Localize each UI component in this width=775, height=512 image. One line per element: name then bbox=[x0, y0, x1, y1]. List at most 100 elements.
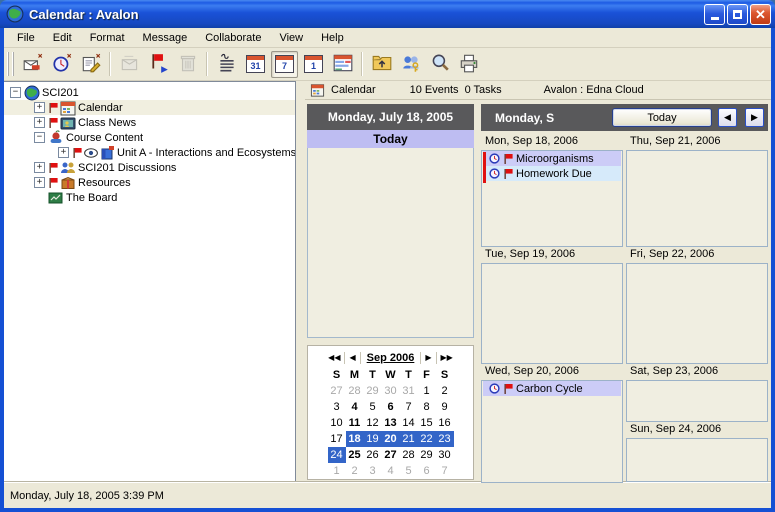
mini-calendar-day[interactable]: 22 bbox=[418, 431, 436, 447]
folder-up-button[interactable] bbox=[368, 51, 395, 78]
mini-calendar-day[interactable]: 4 bbox=[382, 463, 400, 479]
menu-help[interactable]: Help bbox=[312, 30, 353, 46]
tree-item-calendar[interactable]: +Calendar bbox=[4, 100, 295, 115]
mini-calendar-day[interactable]: 5 bbox=[364, 399, 382, 415]
mini-calendar-day[interactable]: 1 bbox=[418, 383, 436, 399]
mini-calendar-day[interactable]: 14 bbox=[400, 415, 418, 431]
mini-calendar-day[interactable]: 24 bbox=[328, 447, 346, 463]
prev-year-icon[interactable]: ◀◀ bbox=[324, 352, 345, 364]
maximize-button[interactable] bbox=[727, 4, 748, 25]
mini-calendar-day[interactable]: 10 bbox=[328, 415, 346, 431]
tree-item-sci201[interactable]: −SCI201 bbox=[4, 85, 295, 100]
close-button[interactable]: ✕ bbox=[750, 4, 771, 25]
menu-format[interactable]: Format bbox=[81, 30, 134, 46]
mini-calendar-day[interactable]: 2 bbox=[346, 463, 364, 479]
expand-icon[interactable]: + bbox=[34, 162, 45, 173]
event-microorganisms[interactable]: Microorganisms bbox=[483, 151, 621, 166]
mini-calendar-day[interactable]: 18 bbox=[346, 431, 364, 447]
minimize-button[interactable] bbox=[704, 4, 725, 25]
new-note-button[interactable] bbox=[77, 51, 104, 78]
mini-calendar-day[interactable]: 25 bbox=[346, 447, 364, 463]
mini-calendar-day[interactable]: 30 bbox=[436, 447, 454, 463]
mini-calendar-day[interactable]: 29 bbox=[418, 447, 436, 463]
day-cell[interactable] bbox=[481, 263, 623, 364]
event-homework-due[interactable]: Homework Due bbox=[483, 166, 621, 181]
mini-calendar-day[interactable]: 7 bbox=[400, 399, 418, 415]
day-cell[interactable] bbox=[626, 380, 768, 422]
mini-calendar-day[interactable]: 9 bbox=[436, 399, 454, 415]
menu-edit[interactable]: Edit bbox=[44, 30, 81, 46]
tree-item-the-board[interactable]: The Board bbox=[4, 190, 295, 205]
list-view-button[interactable] bbox=[213, 51, 240, 78]
day-cell[interactable]: MicroorganismsHomework Due bbox=[481, 150, 623, 247]
new-event-button[interactable] bbox=[19, 51, 46, 78]
tree-item-resources[interactable]: +Resources bbox=[4, 175, 295, 190]
week-view-button[interactable]: 7 bbox=[271, 51, 298, 78]
print-button[interactable] bbox=[455, 51, 482, 78]
prev-month-icon[interactable]: ◀ bbox=[345, 352, 360, 364]
mini-calendar-day[interactable]: 21 bbox=[400, 431, 418, 447]
tree-item-unit-a-interactions-and-ecosystems[interactable]: +Unit A - Interactions and Ecosystems bbox=[4, 145, 295, 160]
tree-item-sci201-discussions[interactable]: +SCI201 Discussions bbox=[4, 160, 295, 175]
mini-calendar-day[interactable]: 17 bbox=[328, 431, 346, 447]
day-cell[interactable] bbox=[626, 263, 768, 364]
day-cell[interactable]: Carbon Cycle bbox=[481, 380, 623, 483]
next-week-button[interactable]: ▶ bbox=[745, 108, 764, 127]
toolbar-grip[interactable] bbox=[7, 52, 14, 76]
mini-calendar-day[interactable]: 27 bbox=[382, 447, 400, 463]
day-cell[interactable] bbox=[626, 438, 768, 482]
prev-week-button[interactable]: ◀ bbox=[718, 108, 737, 127]
mini-calendar-month-label[interactable]: Sep 2006 bbox=[361, 352, 422, 364]
tree-item-course-content[interactable]: −Course Content bbox=[4, 130, 295, 145]
mini-calendar-day[interactable]: 16 bbox=[436, 415, 454, 431]
expand-icon[interactable]: + bbox=[34, 177, 45, 188]
multiweek-view-button[interactable] bbox=[329, 51, 356, 78]
mini-calendar-day[interactable]: 27 bbox=[328, 383, 346, 399]
mini-calendar-day[interactable]: 28 bbox=[346, 383, 364, 399]
mini-calendar-day[interactable]: 15 bbox=[418, 415, 436, 431]
mini-calendar-day[interactable]: 19 bbox=[364, 431, 382, 447]
tree-item-class-news[interactable]: +Class News bbox=[4, 115, 295, 130]
mini-calendar-day[interactable]: 6 bbox=[418, 463, 436, 479]
new-task-button[interactable] bbox=[48, 51, 75, 78]
permissions-button[interactable] bbox=[397, 51, 424, 78]
mini-calendar-day[interactable]: 8 bbox=[418, 399, 436, 415]
month-view-button[interactable]: 31 bbox=[242, 51, 269, 78]
next-year-icon[interactable]: ▶▶ bbox=[437, 352, 457, 364]
mini-calendar-day[interactable]: 31 bbox=[400, 383, 418, 399]
mini-calendar-day[interactable]: 7 bbox=[436, 463, 454, 479]
mini-calendar-day[interactable]: 3 bbox=[328, 399, 346, 415]
mini-calendar-day[interactable]: 29 bbox=[364, 383, 382, 399]
collapse-icon[interactable]: − bbox=[10, 87, 21, 98]
menu-file[interactable]: File bbox=[8, 30, 44, 46]
expand-icon[interactable]: + bbox=[58, 147, 69, 158]
menu-collaborate[interactable]: Collaborate bbox=[196, 30, 270, 46]
today-button[interactable]: Today bbox=[612, 108, 712, 127]
mini-calendar-day[interactable]: 11 bbox=[346, 415, 364, 431]
mini-calendar-day[interactable]: 3 bbox=[364, 463, 382, 479]
day-cell[interactable] bbox=[626, 150, 768, 247]
mini-calendar-day[interactable]: 23 bbox=[436, 431, 454, 447]
mini-calendar-day[interactable]: 13 bbox=[382, 415, 400, 431]
mini-calendar-day[interactable]: 28 bbox=[400, 447, 418, 463]
mini-calendar-day[interactable]: 2 bbox=[436, 383, 454, 399]
mini-calendar-day[interactable]: 6 bbox=[382, 399, 400, 415]
mini-calendar-day[interactable]: 4 bbox=[346, 399, 364, 415]
menu-view[interactable]: View bbox=[270, 30, 312, 46]
collapse-icon[interactable]: − bbox=[34, 132, 45, 143]
event-carbon-cycle[interactable]: Carbon Cycle bbox=[483, 381, 621, 396]
expand-icon[interactable]: + bbox=[34, 102, 45, 113]
expand-icon[interactable]: + bbox=[34, 117, 45, 128]
day-panel-body[interactable] bbox=[307, 148, 474, 338]
mini-calendar-day[interactable]: 26 bbox=[364, 447, 382, 463]
mini-calendar-day[interactable]: 1 bbox=[328, 463, 346, 479]
next-month-icon[interactable]: ▶ bbox=[421, 352, 436, 364]
mini-calendar-day[interactable]: 5 bbox=[400, 463, 418, 479]
mini-calendar-day[interactable]: 20 bbox=[382, 431, 400, 447]
flag-message-button[interactable] bbox=[145, 51, 172, 78]
day-view-button[interactable]: 1 bbox=[300, 51, 327, 78]
menu-message[interactable]: Message bbox=[134, 30, 197, 46]
search-button[interactable] bbox=[426, 51, 453, 78]
day-panel-today-bar[interactable]: Today bbox=[307, 130, 474, 148]
panel-splitter[interactable] bbox=[296, 81, 305, 482]
